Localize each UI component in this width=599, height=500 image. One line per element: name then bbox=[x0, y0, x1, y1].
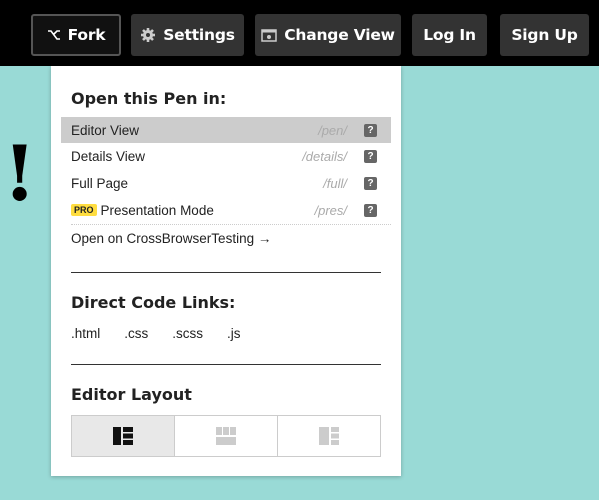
editor-layout-heading: Editor Layout bbox=[71, 385, 192, 404]
view-path: /pres/ bbox=[314, 202, 347, 218]
js-link[interactable]: .js bbox=[227, 326, 241, 341]
view-label: Presentation Mode bbox=[100, 202, 214, 218]
view-path: /pen/ bbox=[318, 122, 347, 138]
divider bbox=[71, 364, 381, 365]
scss-link[interactable]: .scss bbox=[172, 326, 203, 341]
details-view-item[interactable]: Details View /details/ ? bbox=[61, 143, 391, 169]
change-view-label: Change View bbox=[284, 26, 395, 44]
change-view-dropdown: Open this Pen in: Editor View /pen/ ? De… bbox=[51, 66, 401, 476]
editor-layout-picker bbox=[71, 415, 381, 457]
open-pen-heading: Open this Pen in: bbox=[71, 89, 227, 108]
layout-top-button[interactable] bbox=[175, 416, 278, 456]
layout-left-button[interactable] bbox=[72, 416, 175, 456]
layout-left-icon bbox=[113, 427, 133, 445]
settings-button[interactable]: Settings bbox=[131, 14, 244, 56]
crossbrowser-link[interactable]: Open on CrossBrowserTesting → bbox=[61, 225, 391, 251]
layout-right-button[interactable] bbox=[278, 416, 380, 456]
code-links-heading: Direct Code Links: bbox=[71, 293, 236, 312]
divider bbox=[71, 272, 381, 273]
login-button[interactable]: Log In bbox=[412, 14, 487, 56]
top-bar: Fork Settings Change View Log In Sign Up bbox=[0, 0, 599, 66]
fork-button[interactable]: Fork bbox=[31, 14, 121, 56]
presentation-mode-item[interactable]: PRO Presentation Mode /pres/ ? bbox=[61, 197, 391, 223]
help-icon[interactable]: ? bbox=[364, 176, 377, 190]
pro-badge: PRO bbox=[71, 204, 97, 216]
fork-label: Fork bbox=[67, 26, 106, 44]
gear-icon bbox=[140, 27, 156, 43]
css-link[interactable]: .css bbox=[124, 326, 148, 341]
layout-right-icon bbox=[319, 427, 339, 445]
change-view-button[interactable]: Change View bbox=[255, 14, 401, 56]
view-path: /full/ bbox=[323, 175, 347, 191]
view-icon bbox=[261, 28, 277, 42]
view-label: Details View bbox=[71, 148, 146, 164]
layout-top-icon bbox=[216, 427, 236, 445]
code-links: .html .css .scss .js bbox=[71, 326, 241, 341]
full-page-item[interactable]: Full Page /full/ ? bbox=[61, 170, 391, 196]
background-exclamation: ! bbox=[3, 129, 37, 218]
view-path: /details/ bbox=[302, 148, 347, 164]
help-icon[interactable]: ? bbox=[364, 149, 377, 163]
editor-view-item[interactable]: Editor View /pen/ ? bbox=[61, 117, 391, 143]
signup-button[interactable]: Sign Up bbox=[500, 14, 589, 56]
help-icon[interactable]: ? bbox=[364, 203, 377, 217]
crossbrowser-label: Open on CrossBrowserTesting → bbox=[71, 230, 272, 246]
html-link[interactable]: .html bbox=[71, 326, 100, 341]
view-label: Editor View bbox=[71, 122, 140, 138]
settings-label: Settings bbox=[163, 26, 235, 44]
fork-icon bbox=[47, 28, 61, 42]
view-label: Full Page bbox=[71, 175, 129, 191]
help-icon[interactable]: ? bbox=[364, 123, 377, 137]
